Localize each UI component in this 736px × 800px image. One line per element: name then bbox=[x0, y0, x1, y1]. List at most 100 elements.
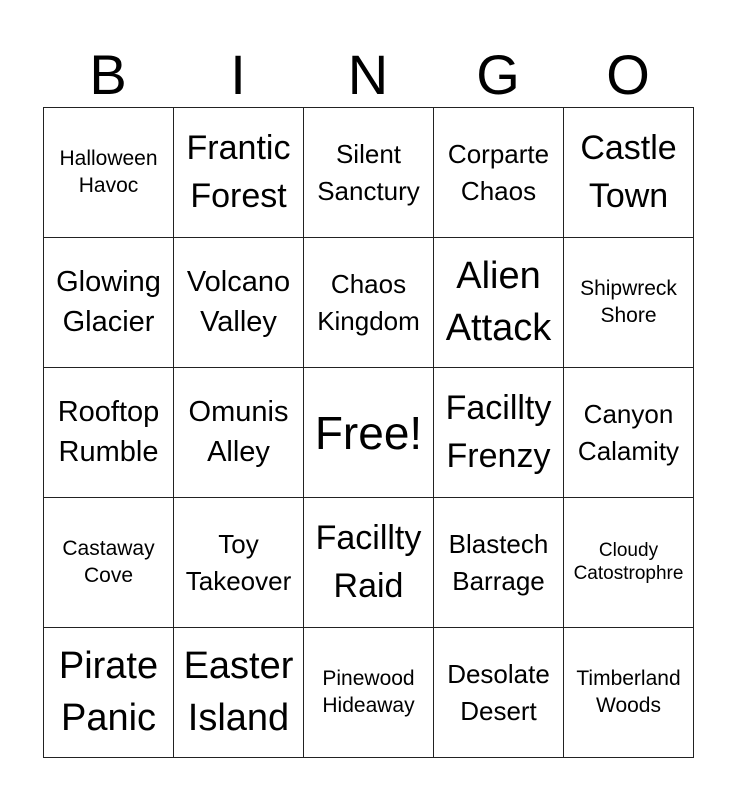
cell-text-line: Raid bbox=[333, 566, 404, 605]
cell-text-line: Attack bbox=[445, 306, 552, 349]
bingo-cell[interactable]: Timberland Woods bbox=[564, 628, 694, 758]
cell-text-line: Facillty bbox=[315, 518, 422, 557]
bingo-cell[interactable]: Facillty Frenzy bbox=[434, 368, 564, 498]
cell-text: Pirate Panic bbox=[59, 641, 158, 744]
cell-text-line: Free! bbox=[314, 406, 423, 459]
bingo-cell[interactable]: Omunis Alley bbox=[174, 368, 304, 498]
cell-text-line: Toy bbox=[218, 529, 259, 560]
bingo-cell[interactable]: Shipwreck Shore bbox=[564, 238, 694, 368]
cell-text-line: Woods bbox=[596, 693, 661, 717]
bingo-header: B I N G O bbox=[43, 0, 694, 107]
cell-text-line: Glacier bbox=[62, 305, 155, 338]
cell-text: Omunis Alley bbox=[189, 393, 289, 471]
cell-text-line: Corparte bbox=[447, 139, 550, 170]
cell-text-line: Cove bbox=[83, 563, 133, 587]
cell-text-line: Cloudy bbox=[598, 539, 659, 561]
cell-text-line: Alien bbox=[456, 255, 541, 298]
cell-text-line: Silent bbox=[335, 139, 402, 170]
bingo-cell[interactable]: Halloween Havoc bbox=[44, 108, 174, 238]
bingo-cell[interactable]: Silent Sanctury bbox=[304, 108, 434, 238]
bingo-cell[interactable]: Toy Takeover bbox=[174, 498, 304, 628]
bingo-cell[interactable]: Alien Attack bbox=[434, 238, 564, 368]
cell-text-line: Forest bbox=[190, 176, 287, 215]
cell-text-line: Desert bbox=[460, 695, 537, 726]
cell-text-line: Chaos bbox=[330, 269, 407, 300]
cell-text: Castle Town bbox=[580, 125, 676, 220]
cell-text: Blastech Barrage bbox=[449, 526, 549, 599]
cell-text: Facillty Raid bbox=[316, 515, 422, 610]
bingo-cell[interactable]: Volcano Valley bbox=[174, 238, 304, 368]
cell-text-line: Castaway bbox=[62, 537, 155, 561]
cell-text-line: Barrage bbox=[452, 565, 545, 596]
cell-text: Castaway Cove bbox=[62, 536, 154, 589]
cell-text-line: Town bbox=[588, 176, 669, 215]
bingo-cell[interactable]: Corparte Chaos bbox=[434, 108, 564, 238]
cell-text-line: Sanctury bbox=[317, 175, 420, 206]
cell-text: Canyon Calamity bbox=[578, 396, 679, 469]
cell-text: Cloudy Catostrophre bbox=[574, 540, 684, 586]
header-letter-n: N bbox=[347, 43, 389, 106]
cell-text-line: Castle bbox=[580, 128, 677, 167]
bingo-cell[interactable]: Easter Island bbox=[174, 628, 304, 758]
bingo-cell[interactable]: Canyon Calamity bbox=[564, 368, 694, 498]
header-letter-o: O bbox=[606, 43, 650, 106]
cell-text: Shipwreck Shore bbox=[580, 276, 677, 329]
cell-text-line: Easter bbox=[183, 645, 294, 688]
cell-text-line: Facillty bbox=[445, 388, 552, 427]
cell-text: Alien Attack bbox=[446, 251, 552, 354]
cell-text-line: Havoc bbox=[78, 173, 139, 197]
bingo-cell[interactable]: Desolate Desert bbox=[434, 628, 564, 758]
cell-text: Corparte Chaos bbox=[448, 136, 549, 209]
bingo-cell[interactable]: Chaos Kingdom bbox=[304, 238, 434, 368]
cell-text: Frantic Forest bbox=[187, 125, 291, 220]
cell-text-line: Glowing bbox=[56, 266, 161, 299]
cell-text-line: Shore bbox=[600, 303, 657, 327]
cell-text-line: Volcano bbox=[186, 266, 291, 299]
cell-text-line: Frenzy bbox=[446, 436, 551, 475]
cell-text: Toy Takeover bbox=[186, 526, 292, 599]
cell-text-line: Timberland bbox=[576, 667, 681, 691]
cell-text-line: Hideaway bbox=[322, 693, 415, 717]
cell-text-line: Alley bbox=[207, 435, 270, 468]
free-space-cell[interactable]: Free! bbox=[304, 368, 434, 498]
bingo-cell[interactable]: Cloudy Catostrophre bbox=[564, 498, 694, 628]
bingo-cell[interactable]: Facillty Raid bbox=[304, 498, 434, 628]
cell-text-line: Desolate bbox=[447, 659, 550, 690]
cell-text: Halloween Havoc bbox=[59, 146, 157, 199]
header-letter-b: B bbox=[89, 43, 127, 106]
bingo-cell[interactable]: Castle Town bbox=[564, 108, 694, 238]
bingo-cell[interactable]: Pirate Panic bbox=[44, 628, 174, 758]
cell-text: Desolate Desert bbox=[447, 656, 550, 729]
cell-text-line: Kingdom bbox=[317, 305, 420, 336]
bingo-cell[interactable]: Pinewood Hideaway bbox=[304, 628, 434, 758]
cell-text-line: Frantic bbox=[186, 128, 291, 167]
bingo-cell[interactable]: Frantic Forest bbox=[174, 108, 304, 238]
bingo-grid: Halloween Havoc Frantic Forest Silent Sanctur… bbox=[43, 107, 694, 758]
cell-text-line: Shipwreck bbox=[580, 277, 677, 301]
cell-text: Facillty Frenzy bbox=[446, 385, 552, 480]
bingo-cell[interactable]: Rooftop Rumble bbox=[44, 368, 174, 498]
cell-text: Silent Sanctury bbox=[317, 136, 420, 209]
cell-text-line: Calamity bbox=[577, 435, 680, 466]
bingo-cell[interactable]: Blastech Barrage bbox=[434, 498, 564, 628]
cell-text-line: Island bbox=[187, 696, 290, 739]
cell-text-line: Pinewood bbox=[322, 667, 415, 691]
bingo-cell[interactable]: Castaway Cove bbox=[44, 498, 174, 628]
cell-text: Rooftop Rumble bbox=[58, 393, 160, 471]
cell-text-line: Valley bbox=[200, 305, 277, 338]
cell-text-line: Canyon bbox=[583, 399, 674, 430]
cell-text: Pinewood Hideaway bbox=[322, 666, 414, 719]
cell-text-line: Omunis bbox=[188, 396, 289, 429]
cell-text-line: Panic bbox=[60, 696, 157, 739]
cell-text-line: Pirate bbox=[58, 645, 159, 688]
cell-text: Free! bbox=[315, 410, 422, 456]
cell-text: Timberland Woods bbox=[576, 666, 680, 719]
cell-text: Easter Island bbox=[184, 641, 294, 744]
cell-text-line: Catostrophre bbox=[573, 562, 684, 584]
cell-text-line: Blastech bbox=[448, 529, 549, 560]
cell-text-line: Halloween bbox=[59, 147, 158, 171]
cell-text-line: Rumble bbox=[58, 435, 159, 468]
bingo-cell[interactable]: Glowing Glacier bbox=[44, 238, 174, 368]
cell-text: Glowing Glacier bbox=[56, 263, 161, 341]
cell-text-line: Chaos bbox=[460, 175, 537, 206]
